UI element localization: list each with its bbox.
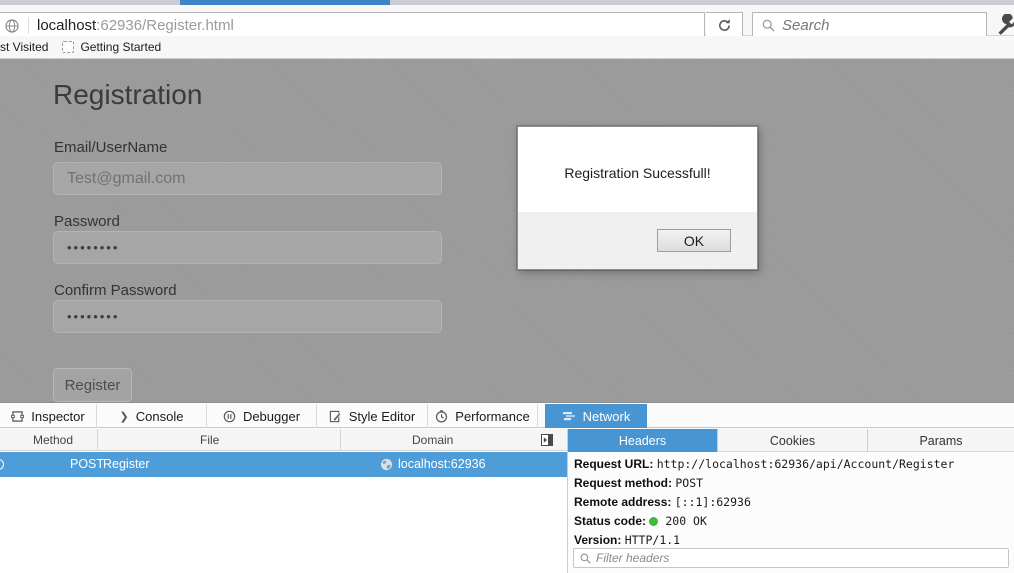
request-detail-panel: Headers Cookies Params Request URL: http… — [568, 429, 1014, 573]
ok-button[interactable]: OK — [657, 229, 731, 252]
confirm-password-field[interactable] — [53, 300, 442, 333]
email-field[interactable] — [53, 162, 442, 195]
header-remote-address: Remote address: [::1]:62936 — [574, 495, 751, 509]
email-label: Email/UserName — [54, 139, 168, 156]
filter-search-icon — [580, 553, 591, 564]
header-request-url: Request URL: http://localhost:62936/api/… — [574, 457, 955, 471]
confirm-password-label: Confirm Password — [54, 282, 177, 299]
network-request-list: Method File Domain POST Register localho… — [0, 429, 568, 573]
console-icon: ❯ — [119, 410, 129, 423]
column-domain[interactable]: Domain — [412, 433, 453, 447]
bookmark-label: st Visited — [0, 40, 49, 54]
filter-headers-input[interactable]: Filter headers — [573, 548, 1009, 568]
column-divider — [97, 429, 98, 451]
domain-globe-icon — [380, 458, 393, 471]
detail-tabs: Headers Cookies Params — [568, 429, 1014, 452]
reload-icon — [718, 19, 730, 31]
url-host: localhost — [37, 17, 97, 34]
header-status-code: Status code: 200 OK — [574, 514, 707, 528]
filter-placeholder: Filter headers — [596, 551, 670, 565]
request-row[interactable]: POST Register localhost:62936 — [0, 452, 567, 477]
bookmark-placeholder-icon — [62, 41, 75, 53]
alert-dialog: Registration Sucessfull! OK — [517, 126, 758, 270]
wrench-icon[interactable] — [995, 14, 1014, 36]
page-content: Registration Email/UserName Password Con… — [0, 59, 1014, 402]
header-version: Version: HTTP/1.1 — [574, 533, 681, 547]
request-table-header: Method File Domain — [0, 429, 567, 451]
tab-console[interactable]: ❯ Console — [97, 404, 207, 428]
search-icon — [762, 19, 775, 32]
password-field[interactable] — [53, 231, 442, 264]
column-method[interactable]: Method — [33, 433, 73, 447]
tab-style-editor[interactable]: Style Editor — [317, 404, 428, 428]
tab-label: Console — [135, 408, 184, 424]
tab-label: Style Editor — [348, 408, 416, 424]
tab-inspector[interactable]: Inspector — [0, 404, 97, 428]
bookmark-getting-started[interactable]: Getting Started — [48, 40, 161, 54]
devtools-toolbar: Inspector ❯ Console Debugger Style Edito… — [0, 404, 1014, 428]
alert-footer: OK — [518, 212, 757, 269]
network-icon — [562, 412, 575, 421]
url-bar[interactable]: localhost:62936/Register.html — [0, 12, 705, 39]
tab-label: Debugger — [242, 408, 301, 424]
header-request-method: Request method: POST — [574, 476, 704, 490]
request-method: POST — [70, 457, 105, 471]
tab-label: Inspector — [31, 408, 85, 424]
tab-cookies[interactable]: Cookies — [718, 429, 868, 452]
inspector-icon — [11, 410, 25, 422]
globe-icon — [5, 18, 19, 33]
page-title: Registration — [53, 79, 203, 110]
column-file[interactable]: File — [200, 433, 219, 447]
status-green-dot — [649, 517, 659, 526]
column-divider — [340, 429, 341, 451]
bookmarks-bar: st Visited Getting Started — [0, 36, 1014, 59]
style-editor-icon — [329, 410, 341, 422]
urlbar-divider — [28, 17, 29, 34]
devtools-panel: Inspector ❯ Console Debugger Style Edito… — [0, 402, 1014, 573]
performance-icon — [436, 409, 448, 422]
tab-network[interactable]: Network — [545, 404, 647, 428]
password-label: Password — [54, 213, 120, 230]
tab-headers[interactable]: Headers — [568, 429, 718, 452]
request-file: Register — [103, 457, 150, 471]
toggle-details-icon[interactable] — [541, 434, 553, 446]
tab-label: Network — [582, 408, 631, 424]
bookmark-most-visited[interactable]: st Visited — [0, 40, 48, 54]
debugger-icon — [223, 410, 236, 422]
reload-button[interactable] — [706, 12, 743, 39]
request-domain: localhost:62936 — [398, 457, 486, 471]
tab-debugger[interactable]: Debugger — [207, 404, 317, 428]
bookmark-label: Getting Started — [80, 40, 162, 54]
tab-params[interactable]: Params — [868, 429, 1014, 452]
search-box[interactable]: Search — [752, 12, 987, 39]
search-placeholder: Search — [782, 17, 830, 34]
url-path: :62936/Register.html — [96, 17, 234, 34]
alert-message: Registration Sucessfull! — [564, 165, 711, 181]
tab-label: Performance — [455, 408, 530, 424]
tab-performance[interactable]: Performance — [428, 404, 538, 428]
register-button[interactable]: Register — [53, 368, 132, 402]
status-indicator-fragment — [0, 459, 4, 470]
